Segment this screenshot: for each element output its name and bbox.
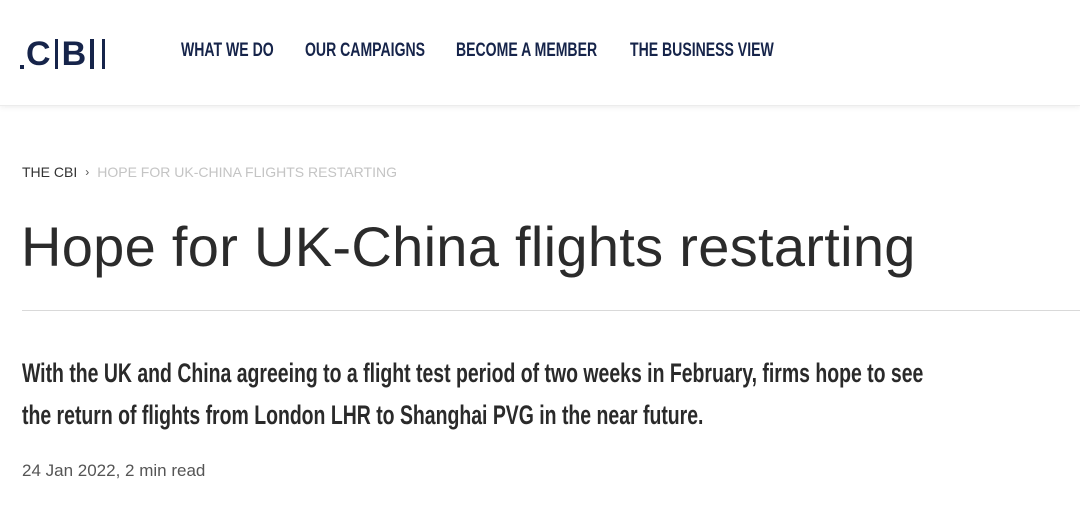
site-header: C B WHAT WE DO OUR CAMPAIGNS BECOME A ME… bbox=[0, 0, 1080, 106]
logo-dot bbox=[20, 65, 24, 69]
nav-our-campaigns[interactable]: OUR CAMPAIGNS bbox=[305, 38, 425, 64]
nav-the-business-view[interactable]: THE BUSINESS VIEW bbox=[630, 38, 774, 64]
standfirst-line: the return of flights from London LHR to… bbox=[22, 400, 704, 430]
breadcrumb-current: HOPE FOR UK-CHINA FLIGHTS RESTARTING bbox=[97, 164, 397, 180]
logo-bar bbox=[54, 39, 58, 69]
title-divider bbox=[22, 310, 1080, 311]
logo-bar bbox=[102, 39, 106, 69]
breadcrumb-separator-icon: › bbox=[85, 165, 90, 179]
cbi-logo[interactable]: C B bbox=[20, 34, 109, 74]
nav-become-a-member[interactable]: BECOME A MEMBER bbox=[456, 38, 597, 64]
breadcrumb-home-link[interactable]: THE CBI bbox=[22, 164, 77, 180]
logo-bar bbox=[90, 39, 95, 69]
breadcrumb: THE CBI › HOPE FOR UK-CHINA FLIGHTS REST… bbox=[22, 162, 397, 182]
article-meta: 24 Jan 2022, 2 min read bbox=[22, 461, 206, 480]
nav-what-we-do[interactable]: WHAT WE DO bbox=[181, 38, 274, 64]
logo-letter-b: B bbox=[61, 35, 87, 73]
article-standfirst: With the UK and China agreeing to a flig… bbox=[22, 352, 1080, 436]
page-title: Hope for UK-China flights restarting bbox=[21, 215, 916, 278]
standfirst-line: With the UK and China agreeing to a flig… bbox=[22, 358, 924, 388]
logo-letter-c: C bbox=[26, 35, 51, 73]
